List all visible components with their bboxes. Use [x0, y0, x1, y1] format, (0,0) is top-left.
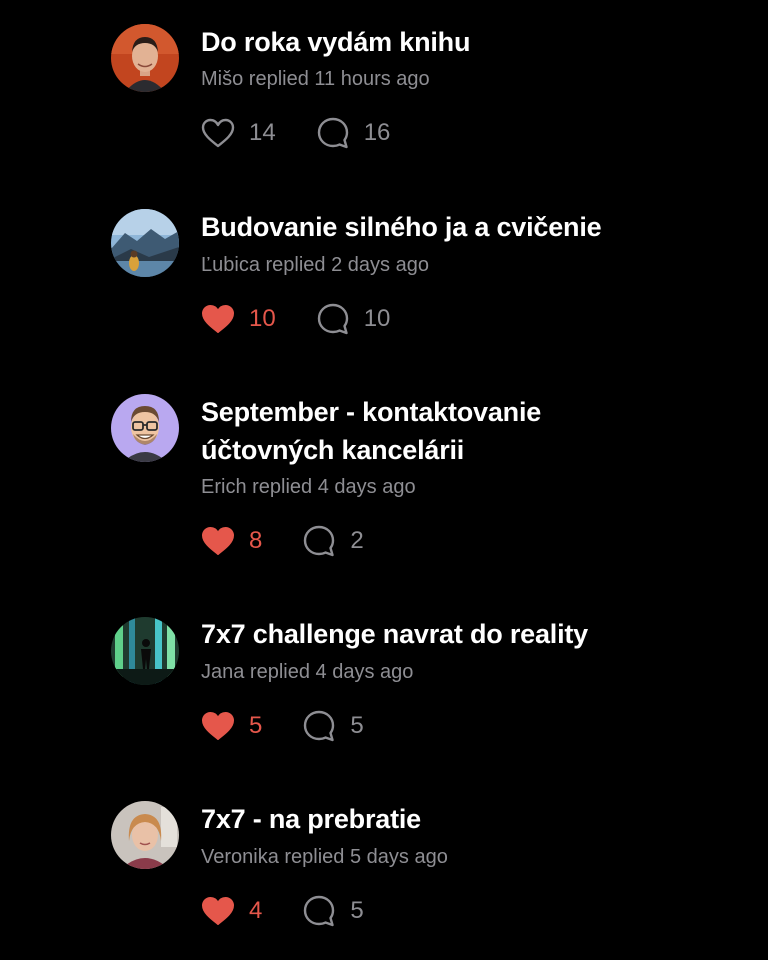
heart-filled-icon: [202, 712, 234, 740]
like-button[interactable]: 8: [201, 524, 262, 558]
comment-bubble-icon: [304, 895, 335, 927]
comment-bubble-icon: [317, 303, 348, 335]
comment-button[interactable]: 16: [316, 116, 391, 150]
thread-reply-info: Erich replied 4 days ago: [201, 476, 416, 498]
comment-count: 5: [350, 897, 364, 924]
comment-bubble-icon: [304, 710, 335, 742]
thread-stats: 4 5: [201, 894, 364, 928]
comment-button[interactable]: 2: [302, 524, 364, 558]
comment-bubble-icon: [317, 117, 348, 149]
heart-filled-icon: [202, 305, 234, 333]
thread-reply-info: Veronika replied 5 days ago: [201, 846, 448, 868]
like-button[interactable]: 4: [201, 894, 262, 928]
comment-button[interactable]: 5: [302, 894, 364, 928]
thread-stats: 8 2: [201, 524, 364, 558]
like-button[interactable]: 5: [201, 709, 262, 743]
thread-title[interactable]: 7x7 challenge navrat do reality: [201, 615, 741, 653]
comment-count: 2: [350, 527, 364, 554]
comment-count: 5: [350, 712, 364, 739]
thread-stats: 10 10: [201, 302, 390, 336]
like-count: 8: [249, 527, 263, 554]
like-count: 14: [249, 119, 276, 146]
thread-reply-info: Mišo replied 11 hours ago: [201, 68, 430, 90]
thread-reply-info: Jana replied 4 days ago: [201, 661, 414, 683]
heart-outline-icon: [201, 118, 235, 148]
heart-filled-icon: [202, 527, 234, 555]
heart-filled-icon: [202, 897, 234, 925]
comment-button[interactable]: 5: [302, 709, 364, 743]
avatar[interactable]: [111, 209, 179, 277]
comment-count: 16: [363, 119, 391, 146]
like-count: 5: [249, 712, 263, 739]
thread-reply-info: Ľubica replied 2 days ago: [201, 254, 429, 276]
like-count: 10: [249, 305, 276, 332]
woman-portrait-avatar-icon: [111, 801, 179, 869]
avatar[interactable]: [111, 394, 179, 462]
man-portrait-avatar-icon: [111, 24, 179, 92]
forest-silhouette-avatar-icon: [111, 617, 179, 685]
comment-count: 10: [363, 305, 391, 332]
comment-button[interactable]: 10: [316, 302, 391, 336]
landscape-avatar-icon: [111, 209, 179, 277]
thread-title[interactable]: Budovanie silného ja a cvičenie: [201, 208, 741, 246]
illustrated-man-avatar-icon: [111, 394, 179, 462]
thread-title[interactable]: September - kontaktovanie účtovných kanc…: [201, 393, 741, 469]
avatar[interactable]: [111, 617, 179, 685]
thread-stats: 14 16: [201, 116, 390, 150]
like-button[interactable]: 10: [201, 302, 276, 336]
like-count: 4: [249, 897, 263, 924]
thread-title[interactable]: Do roka vydám knihu: [201, 23, 741, 61]
avatar[interactable]: [111, 24, 179, 92]
thread-stats: 5 5: [201, 709, 364, 743]
thread-title[interactable]: 7x7 - na prebratie: [201, 800, 741, 838]
avatar[interactable]: [111, 801, 179, 869]
comment-bubble-icon: [304, 525, 335, 557]
like-button[interactable]: 14: [201, 116, 276, 150]
